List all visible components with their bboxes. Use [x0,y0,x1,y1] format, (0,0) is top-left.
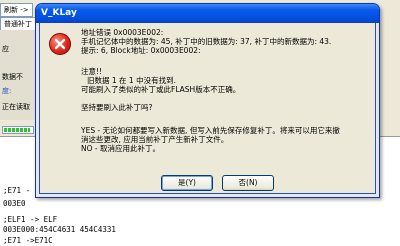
background-side-text: 度: [2,87,12,95]
yes-button[interactable]: 是(Y) [161,175,213,191]
message-line: 注意!! [81,67,103,76]
message-line: 地址错误 0x0003E002: [81,28,164,37]
background-side-text: 应 [2,45,9,53]
no-button[interactable]: 否(N) [222,175,274,191]
log-line: 003E000:454C4631 454C4331 [3,225,116,234]
message-line: 坚持要刷入此补丁吗? [81,103,153,112]
log-line: ;E71 ->E71C [3,236,53,245]
message-line: 消这些更改, 应用当前补丁产生新补丁文件。 [81,135,229,144]
log-line: ;E71 - [3,186,31,195]
message-line: 旧数据 1 在 1 中没有找到. [87,76,176,85]
log-line: 003E0 [3,199,26,208]
dialog-titlebar[interactable]: V_KLay [36,4,379,23]
background-progress-bar [2,126,34,134]
background-progress-fill [4,128,30,132]
background-tab-patch[interactable]: 普通补丁 [0,17,36,31]
message-line: NO - 取消应用此补丁。 [81,144,160,153]
message-line: YES - 无论如何都要写入新数据, 但写入前先保存修复补丁。将来可以用它来撤 [81,126,340,135]
background-tab-flash[interactable]: 刷新 -> [0,3,33,17]
background-side-text: 正在读取 [2,103,30,111]
message-line: 可能刷入了类似的补丁或此FLASH版本不正确。 [81,85,241,94]
dialog-body: 地址错误 0x0003E002: 手机记忆体中的数据为: 45, 补丁中的旧数据… [39,23,376,194]
message-line: 提示: 6, Block地址: 0x0003E002: [81,46,201,55]
error-icon [49,33,71,55]
dialog-title: V_KLay [41,8,77,18]
background-side-panel: 应 数据不 度: 正在读取 [0,30,37,120]
error-dialog: V_KLay 地址错误 0x0003E002: 手机记忆体中的数据为: 45, … [35,3,380,198]
background-side-text: 数据不 [2,73,23,81]
message-line: 手机记忆体中的数据为: 45, 补丁中的旧数据为: 37, 补丁中的新数据为: … [81,37,332,46]
log-line: ;ELF1 -> ELF [3,215,58,224]
